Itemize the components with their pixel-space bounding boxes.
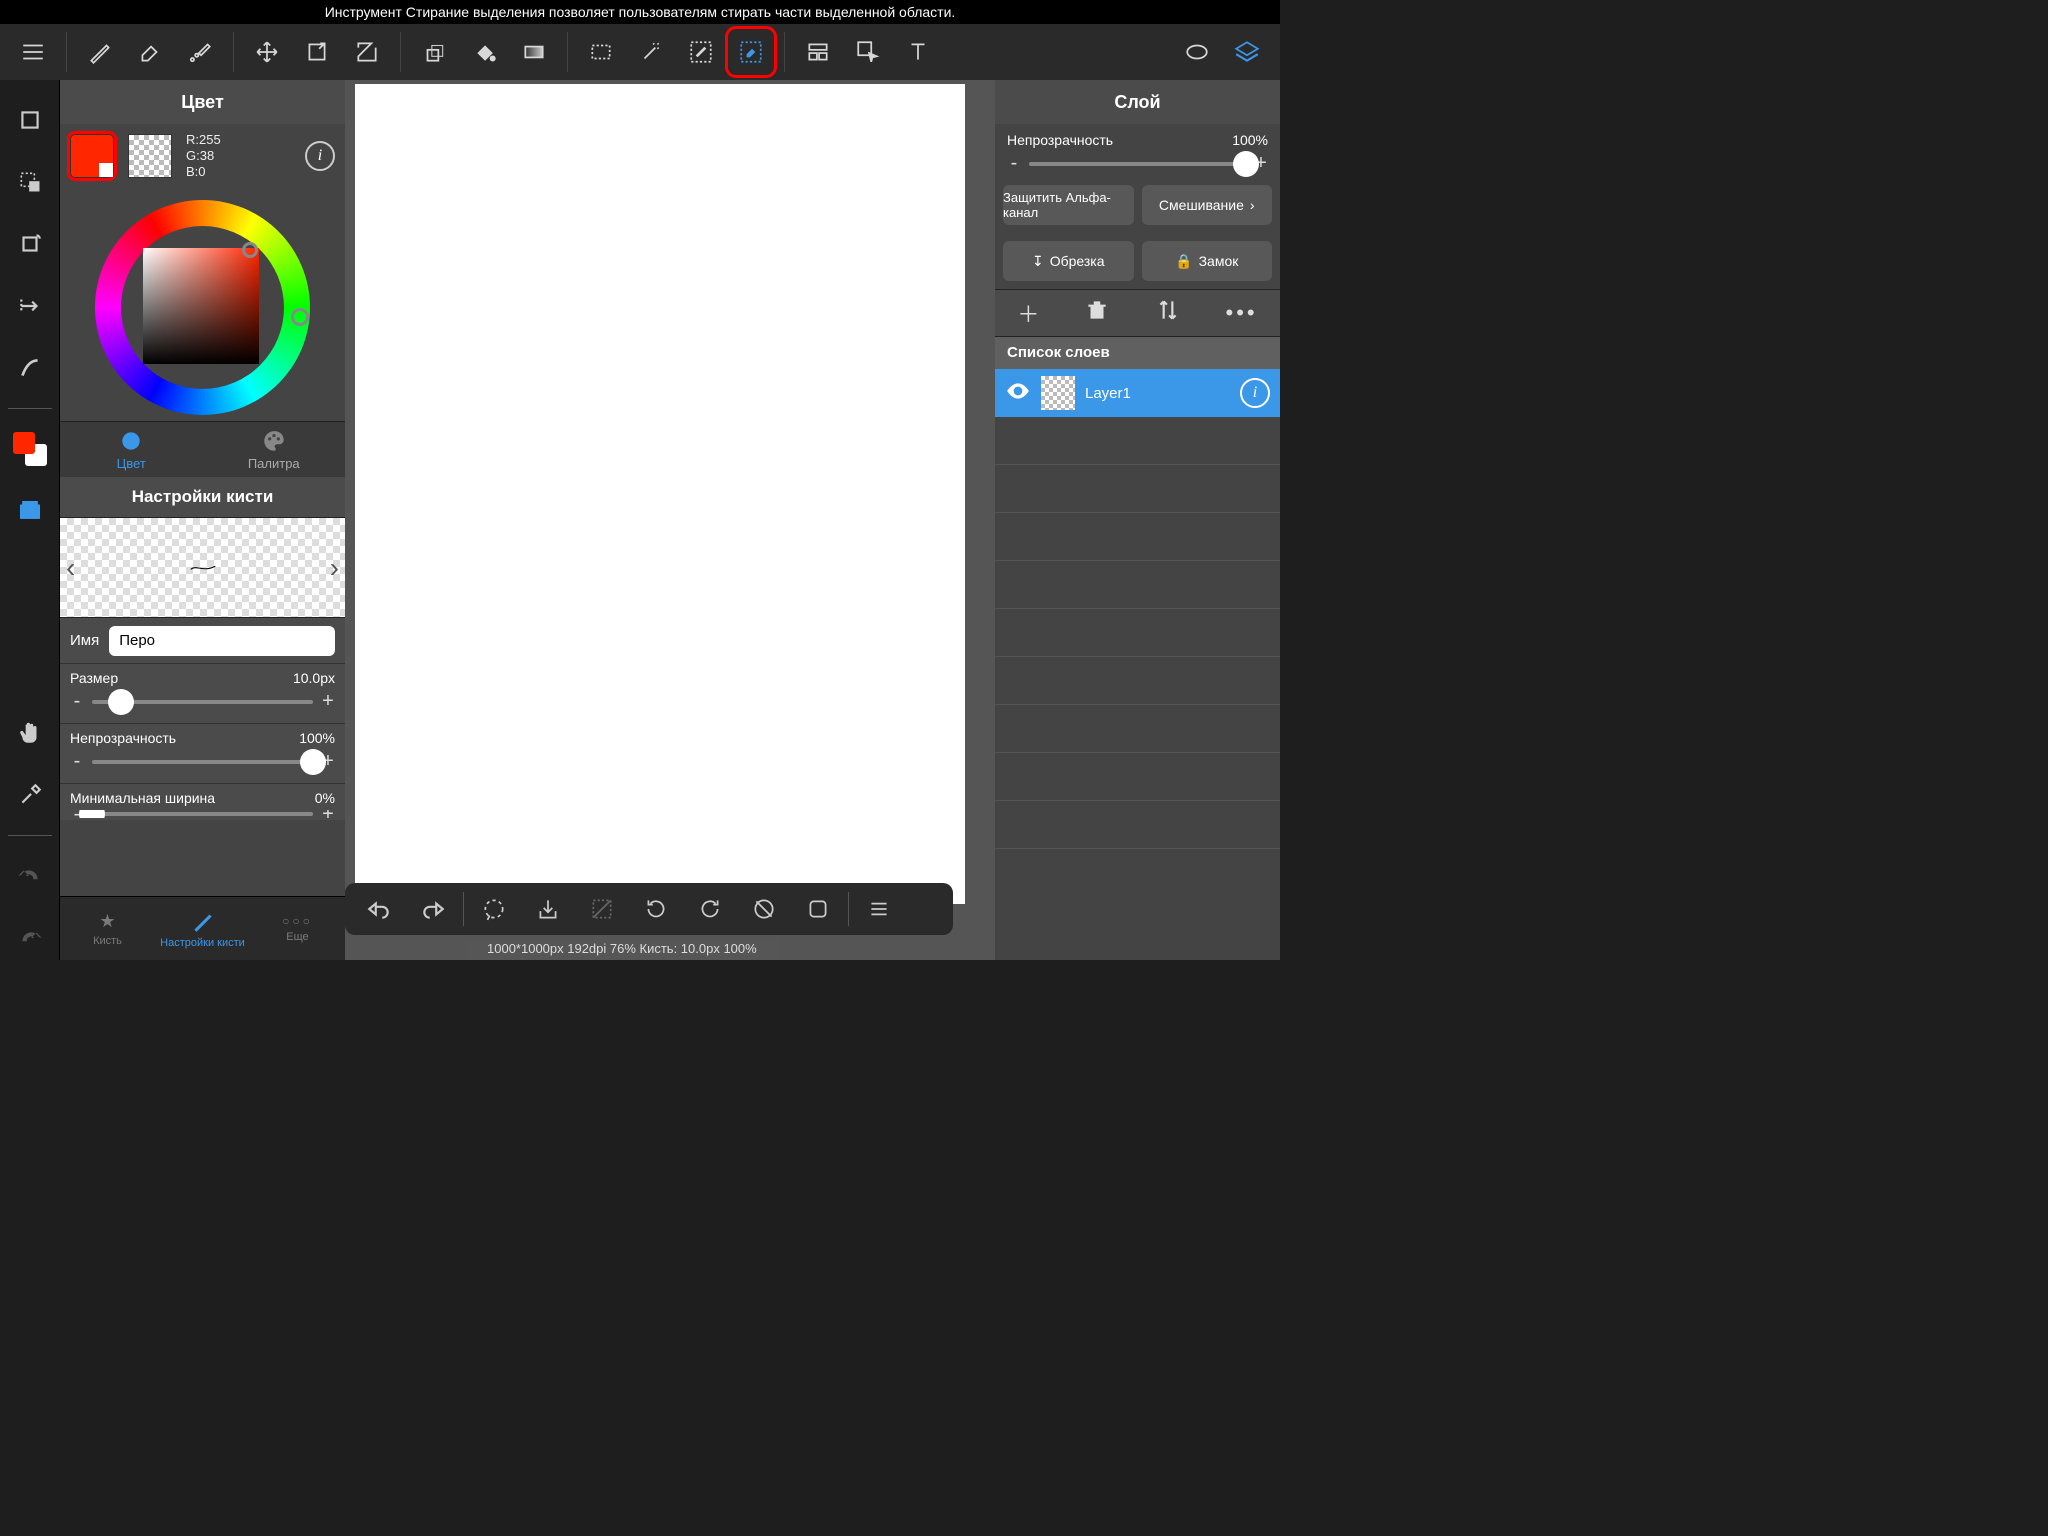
transform-tool-icon[interactable]	[294, 29, 340, 75]
primary-color-swatch[interactable]	[70, 134, 114, 178]
brush-min-width-slider[interactable]: Минимальная ширина0% -+	[60, 783, 345, 820]
brush-preview[interactable]: ‹ ›	[60, 517, 345, 617]
protect-alpha-button[interactable]: Защитить Альфа-канал	[1003, 185, 1134, 225]
dot-brush-icon[interactable]	[177, 29, 223, 75]
material-icon[interactable]	[1174, 29, 1220, 75]
brush-name-label: Имя	[70, 632, 99, 649]
select-eraser-icon[interactable]	[728, 29, 774, 75]
tooltip-help-text: Инструмент Стирание выделения позволяет …	[0, 0, 1280, 24]
reorder-layer-icon[interactable]	[1155, 297, 1181, 329]
next-brush-icon[interactable]: ›	[330, 552, 339, 584]
delete-layer-icon[interactable]	[1084, 297, 1110, 329]
frame-divide-icon[interactable]	[795, 29, 841, 75]
prev-brush-icon[interactable]: ‹	[66, 552, 75, 584]
redo-rail-icon[interactable]	[8, 854, 52, 898]
brush-settings-tab[interactable]: Настройки кисти	[155, 897, 250, 960]
brush-tab[interactable]: ★Кисть	[60, 897, 155, 960]
eyedropper-icon[interactable]	[8, 773, 52, 817]
rotate-canvas-icon[interactable]	[8, 222, 52, 266]
selection-layer-icon[interactable]	[8, 160, 52, 204]
main-toolbar	[0, 24, 1280, 80]
color-square[interactable]	[143, 248, 259, 364]
lasso-select-icon[interactable]	[468, 886, 520, 932]
more-tab[interactable]: ○○○Еще	[250, 897, 345, 960]
color-info-icon[interactable]: i	[305, 141, 335, 171]
redo-icon[interactable]	[407, 886, 459, 932]
layer-more-icon[interactable]: •••	[1226, 300, 1258, 326]
saturation-handle[interactable]	[242, 242, 258, 258]
layer-panel-title: Слой	[995, 80, 1280, 124]
blending-button[interactable]: Смешивание›	[1142, 185, 1273, 225]
crop-button[interactable]: ↧Обрезка	[1003, 241, 1134, 281]
eraser-tool-icon[interactable]	[127, 29, 173, 75]
rotate-ccw-icon[interactable]	[630, 886, 682, 932]
layers-icon[interactable]	[1224, 29, 1270, 75]
color-swatch-button[interactable]	[8, 427, 52, 471]
add-layer-icon[interactable]: ＋	[1017, 297, 1039, 329]
bucket-tool-icon[interactable]	[411, 29, 457, 75]
layer-thumbnail	[1041, 376, 1075, 410]
layer-opacity-slider[interactable]: Непрозрачность100% -+	[995, 124, 1280, 177]
brush-size-slider[interactable]: Размер10.0px -+	[60, 663, 345, 723]
brush-settings-title: Настройки кисти	[60, 477, 345, 517]
palette-tab[interactable]: Палитра	[203, 422, 346, 477]
lock-button[interactable]: 🔒Замок	[1142, 241, 1273, 281]
rgb-readout: R:255 G:38 B:0	[186, 132, 221, 180]
pointer-frame-icon[interactable]	[845, 29, 891, 75]
brush-name-input[interactable]	[109, 626, 335, 656]
brush-tool-icon[interactable]	[77, 29, 123, 75]
flip-icon[interactable]	[8, 284, 52, 328]
undo-icon[interactable]	[353, 886, 405, 932]
hue-handle[interactable]	[291, 308, 309, 326]
canvas-status-bar: 1000*1000px 192dpi 76% Кисть: 10.0px 100…	[465, 938, 779, 960]
layer-item[interactable]: Layer1 i	[995, 369, 1280, 417]
left-panel: Цвет R:255 G:38 B:0 i Цвет	[60, 80, 345, 960]
text-tool-icon[interactable]	[895, 29, 941, 75]
left-tool-rail	[0, 80, 60, 960]
color-panel-title: Цвет	[60, 80, 345, 124]
curve-tool-icon[interactable]	[8, 346, 52, 390]
layer-name: Layer1	[1085, 385, 1230, 402]
move-tool-icon[interactable]	[244, 29, 290, 75]
invert-selection-icon[interactable]	[738, 886, 790, 932]
secondary-color-swatch[interactable]	[128, 134, 172, 178]
color-wheel[interactable]	[95, 200, 310, 415]
crop-tool-icon[interactable]	[344, 29, 390, 75]
gradient-tool-icon[interactable]	[511, 29, 557, 75]
select-brush-icon[interactable]	[678, 29, 724, 75]
select-rect-icon[interactable]	[578, 29, 624, 75]
fullscreen-icon[interactable]	[8, 98, 52, 142]
selection-toolbar	[345, 883, 953, 935]
menu-button[interactable]	[10, 29, 56, 75]
reference-window-icon[interactable]	[8, 489, 52, 533]
deselect-icon[interactable]	[576, 886, 628, 932]
selection-menu-icon[interactable]	[853, 886, 905, 932]
visibility-icon[interactable]	[1005, 378, 1031, 409]
save-selection-icon[interactable]	[522, 886, 574, 932]
brush-opacity-slider[interactable]: Непрозрачность100% -+	[60, 723, 345, 783]
magic-wand-icon[interactable]	[628, 29, 674, 75]
expand-icon[interactable]	[792, 886, 844, 932]
canvas-area: 1000*1000px 192dpi 76% Кисть: 10.0px 100…	[345, 80, 995, 960]
layer-list-header: Список слоев	[995, 337, 1280, 369]
color-tab[interactable]: Цвет	[60, 422, 203, 477]
layer-info-icon[interactable]: i	[1240, 378, 1270, 408]
hand-tool-icon[interactable]	[8, 711, 52, 755]
rotate-cw-icon[interactable]	[684, 886, 736, 932]
canvas[interactable]	[355, 84, 965, 904]
fill-tool-icon[interactable]	[461, 29, 507, 75]
layer-panel: Слой Непрозрачность100% -+ Защитить Альф…	[995, 80, 1280, 960]
undo-rail-icon[interactable]	[8, 916, 52, 960]
